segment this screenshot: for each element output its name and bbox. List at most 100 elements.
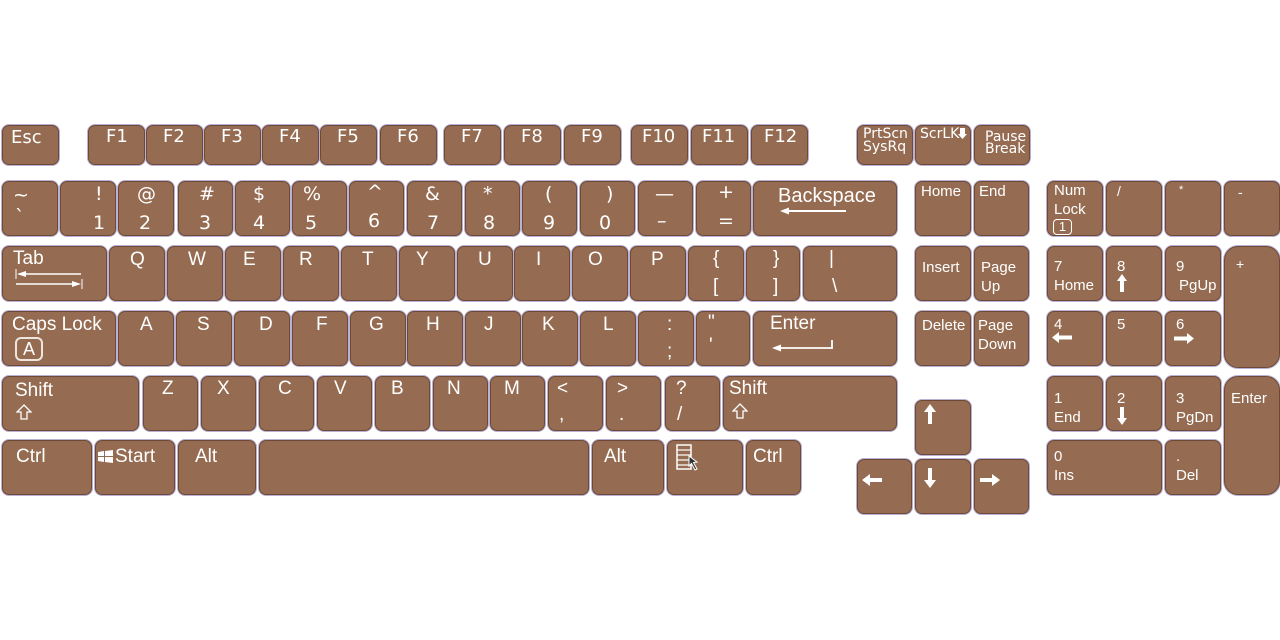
key-period[interactable]: > . bbox=[606, 376, 661, 431]
key-num-enter[interactable]: Enter bbox=[1224, 376, 1280, 495]
key-backslash[interactable]: | \ bbox=[803, 246, 897, 301]
key-caps-lock[interactable]: Caps Lock A bbox=[2, 311, 116, 366]
key-arrow-up[interactable] bbox=[915, 400, 971, 455]
key-page-down[interactable]: Page Down bbox=[974, 311, 1029, 366]
key-1[interactable]: ! 1 bbox=[60, 181, 116, 236]
key-num-6[interactable]: 6 bbox=[1165, 311, 1221, 366]
key-space[interactable] bbox=[259, 440, 589, 495]
key-f[interactable]: F bbox=[292, 311, 348, 366]
key-f1[interactable]: F1 bbox=[88, 125, 145, 165]
key-f7[interactable]: F7 bbox=[444, 125, 501, 165]
key-left-shift[interactable]: Shift bbox=[2, 376, 139, 431]
key-4[interactable]: $ 4 bbox=[235, 181, 290, 236]
key-num-8[interactable]: 8 bbox=[1106, 246, 1162, 301]
key-minus[interactable]: — – bbox=[638, 181, 693, 236]
key-num-3[interactable]: 3 PgDn bbox=[1165, 376, 1221, 431]
key-7[interactable]: & 7 bbox=[407, 181, 462, 236]
key-8[interactable]: * 8 bbox=[465, 181, 520, 236]
key-right-ctrl[interactable]: Ctrl bbox=[746, 440, 801, 495]
key-arrow-down[interactable] bbox=[915, 459, 971, 514]
key-left-bracket[interactable]: { [ bbox=[688, 246, 744, 301]
key-g[interactable]: G bbox=[350, 311, 406, 366]
key-end[interactable]: End bbox=[974, 181, 1029, 236]
key-num-7[interactable]: 7 Home bbox=[1047, 246, 1103, 301]
key-num-lock[interactable]: Num Lock 1 bbox=[1047, 181, 1103, 236]
key-left-ctrl[interactable]: Ctrl bbox=[2, 440, 92, 495]
key-page-up[interactable]: Page Up bbox=[974, 246, 1029, 301]
key-num-multiply[interactable]: * bbox=[1165, 181, 1221, 236]
key-enter[interactable]: Enter bbox=[753, 311, 897, 366]
key-num-divide[interactable]: / bbox=[1106, 181, 1162, 236]
key-scrlk[interactable]: ScrLK bbox=[915, 125, 971, 165]
key-semicolon[interactable]: : ; bbox=[638, 311, 694, 366]
key-6[interactable]: ^ 6 bbox=[349, 181, 404, 236]
key-esc[interactable]: Esc bbox=[2, 125, 59, 165]
key-start[interactable]: Start bbox=[95, 440, 175, 495]
key-q[interactable]: Q bbox=[109, 246, 165, 301]
key-prtscn[interactable]: PrtScn SysRq bbox=[857, 125, 913, 165]
key-k[interactable]: K bbox=[522, 311, 578, 366]
key-insert[interactable]: Insert bbox=[915, 246, 971, 301]
key-tab[interactable]: Tab bbox=[2, 246, 107, 301]
key-comma[interactable]: < , bbox=[548, 376, 603, 431]
key-f3[interactable]: F3 bbox=[204, 125, 261, 165]
key-l[interactable]: L bbox=[580, 311, 636, 366]
key-f11[interactable]: F11 bbox=[691, 125, 748, 165]
key-quote[interactable]: " ' bbox=[696, 311, 750, 366]
key-w[interactable]: W bbox=[167, 246, 223, 301]
key-r[interactable]: R bbox=[283, 246, 339, 301]
key-m[interactable]: M bbox=[490, 376, 545, 431]
key-num-4[interactable]: 4 bbox=[1047, 311, 1103, 366]
key-0[interactable]: ) 0 bbox=[580, 181, 635, 236]
key-v[interactable]: V bbox=[317, 376, 372, 431]
key-f4[interactable]: F4 bbox=[262, 125, 319, 165]
key-f8[interactable]: F8 bbox=[504, 125, 561, 165]
key-f10[interactable]: F10 bbox=[631, 125, 688, 165]
key-3[interactable]: # 3 bbox=[178, 181, 233, 236]
key-num-0[interactable]: 0 Ins bbox=[1047, 440, 1162, 495]
key-num-9[interactable]: 9 PgUp bbox=[1165, 246, 1221, 301]
key-num-2[interactable]: 2 bbox=[1106, 376, 1162, 431]
key-num-decimal[interactable]: . Del bbox=[1165, 440, 1221, 495]
key-slash[interactable]: ? / bbox=[665, 376, 720, 431]
key-5[interactable]: % 5 bbox=[292, 181, 347, 236]
key-x[interactable]: X bbox=[201, 376, 256, 431]
key-y[interactable]: Y bbox=[399, 246, 455, 301]
key-num-minus[interactable]: - bbox=[1224, 181, 1280, 236]
key-f2[interactable]: F2 bbox=[146, 125, 203, 165]
key-f12[interactable]: F12 bbox=[751, 125, 808, 165]
key-o[interactable]: O bbox=[572, 246, 628, 301]
key-z[interactable]: Z bbox=[143, 376, 198, 431]
key-t[interactable]: T bbox=[341, 246, 397, 301]
key-2[interactable]: @ 2 bbox=[118, 181, 174, 236]
key-num-5[interactable]: 5 bbox=[1106, 311, 1162, 366]
key-backtick[interactable]: ~ ` bbox=[2, 181, 58, 236]
key-right-bracket[interactable]: } ] bbox=[746, 246, 800, 301]
key-arrow-right[interactable] bbox=[974, 459, 1029, 514]
key-a[interactable]: A bbox=[118, 311, 174, 366]
key-pause[interactable]: Pause Break bbox=[974, 125, 1030, 165]
key-f9[interactable]: F9 bbox=[564, 125, 621, 165]
key-right-alt[interactable]: Alt bbox=[592, 440, 664, 495]
key-left-alt[interactable]: Alt bbox=[178, 440, 256, 495]
key-num-1[interactable]: 1 End bbox=[1047, 376, 1103, 431]
key-num-plus[interactable]: + bbox=[1224, 246, 1280, 368]
key-d[interactable]: D bbox=[234, 311, 290, 366]
key-home[interactable]: Home bbox=[915, 181, 971, 236]
key-f5[interactable]: F5 bbox=[320, 125, 377, 165]
key-9[interactable]: ( 9 bbox=[522, 181, 577, 236]
key-h[interactable]: H bbox=[407, 311, 463, 366]
key-b[interactable]: B bbox=[375, 376, 430, 431]
key-j[interactable]: J bbox=[465, 311, 521, 366]
key-p[interactable]: P bbox=[630, 246, 686, 301]
key-equals[interactable]: + = bbox=[696, 181, 751, 236]
key-right-shift[interactable]: Shift bbox=[723, 376, 897, 431]
key-arrow-left[interactable] bbox=[857, 459, 912, 514]
key-e[interactable]: E bbox=[225, 246, 281, 301]
key-s[interactable]: S bbox=[176, 311, 232, 366]
key-i[interactable]: I bbox=[514, 246, 570, 301]
key-backspace[interactable]: Backspace bbox=[753, 181, 897, 236]
key-menu[interactable] bbox=[667, 440, 743, 495]
key-f6[interactable]: F6 bbox=[380, 125, 437, 165]
key-c[interactable]: C bbox=[259, 376, 314, 431]
